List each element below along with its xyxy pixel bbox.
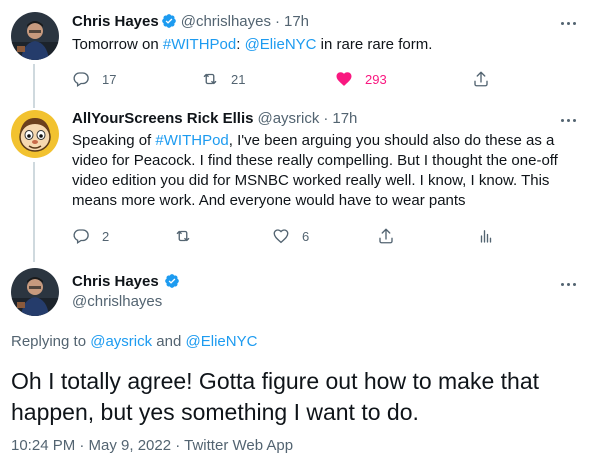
thread-connector (33, 162, 35, 262)
replying-and: and (152, 333, 186, 350)
tweet-text: Tomorrow on #WITHPod: @ElieNYC in rare r… (72, 35, 572, 55)
like-button[interactable]: 6 (272, 225, 309, 247)
retweet-icon (203, 73, 217, 85)
share-button[interactable] (472, 68, 490, 90)
reply-icon (73, 229, 89, 245)
tweet-actions: 17 21 293 (72, 68, 552, 90)
retweet-button[interactable] (174, 225, 192, 247)
hashtag-link[interactable]: #WITHPod (155, 132, 228, 149)
reply-count: 17 (102, 71, 117, 87)
avatar-chris-hayes[interactable] (11, 12, 59, 60)
tweet-text: Speaking of #WITHPod, I've been arguing … (72, 131, 572, 211)
tweet-text-segment: Tomorrow on (72, 36, 163, 53)
main-tweet: Chris Hayes @chrislhayes Replying to @ay… (0, 258, 600, 475)
more-dots-icon[interactable] (558, 13, 578, 33)
verified-badge-icon (161, 14, 176, 28)
tweet-actions: 2 6 (72, 225, 552, 247)
replying-to: Replying to @aysrick and @ElieNYC (11, 332, 257, 352)
share-icon (474, 71, 488, 87)
replying-prefix: Replying to (11, 333, 91, 350)
mention-link[interactable]: @ElieNYC (245, 36, 317, 53)
dot-separator: · (323, 110, 329, 127)
reply-count: 2 (102, 228, 110, 244)
hashtag-link[interactable]: #WITHPod (163, 36, 236, 53)
tweet-chris-hayes[interactable]: Chris Hayes @chrislhayes · 17h Tomorrow on … (0, 0, 600, 108)
tweet-timestamp[interactable]: 10:24 PM · May 9, 2022 · Twitter Web App (11, 436, 293, 456)
like-icon (273, 229, 289, 244)
author-name[interactable]: Chris Hayes (72, 13, 159, 30)
reply-icon (73, 72, 89, 88)
tweet-text-segment: : (236, 36, 245, 53)
avatar-rick-ellis[interactable] (11, 110, 59, 158)
tweet-header: Chris Hayes @chrislhayes · 17h (72, 12, 309, 32)
tweet-header: AllYourScreens Rick Ellis @aysrick · 17h (72, 109, 357, 129)
like-icon (336, 72, 352, 86)
like-button[interactable]: 293 (335, 68, 387, 90)
tweet-rick-ellis[interactable]: AllYourScreens Rick Ellis @aysrick · 17h Sp… (0, 100, 600, 262)
author-handle[interactable]: @aysrick (257, 110, 319, 127)
verified-badge-icon (164, 274, 179, 288)
author-handle[interactable]: @chrislhayes (181, 13, 271, 30)
tweet-time[interactable]: 17h (284, 13, 309, 30)
author-name-text: Chris Hayes (72, 273, 159, 290)
retweet-button[interactable]: 21 (201, 68, 245, 90)
more-dots-icon[interactable] (558, 274, 578, 294)
mention-link[interactable]: @aysrick (90, 333, 152, 350)
author-name[interactable]: Chris Hayes (72, 272, 180, 292)
dot-separator: · (274, 13, 280, 30)
analytics-button[interactable] (477, 225, 495, 247)
retweet-count: 21 (231, 71, 246, 87)
share-icon (379, 228, 393, 244)
more-dots-icon[interactable] (558, 110, 578, 130)
tweet-text-segment: Speaking of (72, 132, 156, 149)
reply-button[interactable]: 2 (72, 225, 109, 247)
mention-link[interactable]: @ElieNYC (186, 333, 258, 350)
retweet-icon (176, 230, 190, 242)
share-button[interactable] (377, 225, 395, 247)
main-tweet-text: Oh I totally agree! Gotta figure out how… (11, 368, 540, 425)
reply-button[interactable]: 17 (72, 68, 116, 90)
author-handle[interactable]: @chrislhayes (72, 292, 162, 312)
author-name[interactable]: AllYourScreens Rick Ellis (72, 110, 253, 127)
avatar-chris-hayes[interactable] (11, 268, 59, 316)
like-count: 293 (365, 71, 387, 87)
tweet-time[interactable]: 17h (332, 110, 357, 127)
like-count: 6 (302, 228, 310, 244)
tweet-text-segment: in rare rare form. (316, 36, 433, 53)
analytics-icon (480, 230, 492, 243)
